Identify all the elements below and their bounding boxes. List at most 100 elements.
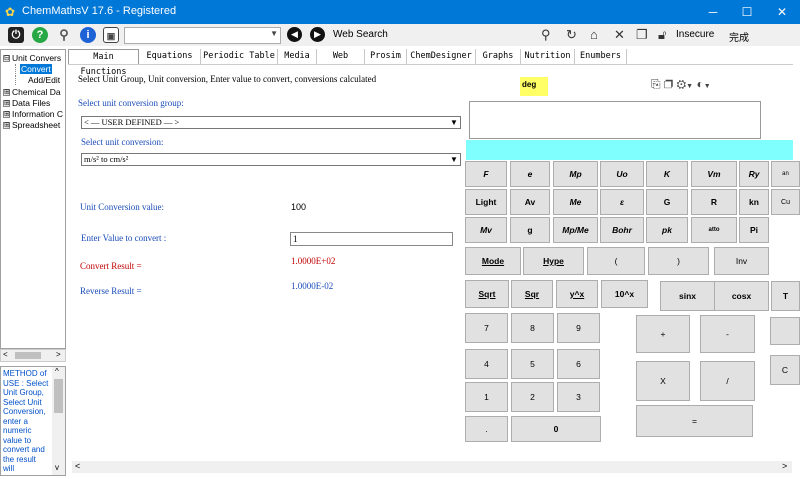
const-kn-button[interactable]: kn — [739, 189, 769, 215]
expand-icon[interactable]: ⊞ — [3, 122, 10, 130]
const-e-button[interactable]: e — [510, 161, 550, 187]
const-pk-button[interactable]: pk — [646, 217, 688, 243]
close-button[interactable]: ✕ — [766, 0, 798, 24]
digit-0-button[interactable]: 0 — [511, 416, 601, 442]
tree-item-spreadsheet[interactable]: ⊞ Spreadsheet — [3, 120, 60, 130]
const-g-button[interactable]: G — [646, 189, 688, 215]
chevron-down-icon[interactable]: ▼ — [704, 83, 711, 90]
expand-icon[interactable]: ⊞ — [3, 111, 10, 119]
tree-item-chemical-data[interactable]: ⊞ Chemical Da — [3, 87, 61, 97]
const-f-button[interactable]: F — [465, 161, 507, 187]
right-paren-button[interactable]: ) — [648, 247, 709, 275]
tab-enumbers[interactable]: Enumbers — [575, 49, 627, 64]
cosx-button[interactable]: cosx — [714, 281, 769, 311]
const-epsilon-button[interactable]: ε — [600, 189, 644, 215]
address-combo[interactable]: ▼ — [124, 27, 281, 44]
unit-group-select[interactable]: < — USER DEFINED — > ▼ — [81, 116, 461, 129]
const-mp-button[interactable]: Mp — [553, 161, 598, 187]
const-k-button[interactable]: K — [646, 161, 688, 187]
scroll-right-icon[interactable]: > — [56, 350, 61, 359]
tree-item-add-edit[interactable]: Add/Edit — [15, 75, 60, 85]
left-paren-button[interactable]: ( — [587, 247, 645, 275]
tab-main-functions[interactable]: Main Functions — [68, 49, 139, 77]
const-mv-button[interactable]: Mv — [465, 217, 507, 243]
minimize-button[interactable]: ─ — [697, 0, 729, 24]
inv-button[interactable]: Inv — [714, 247, 769, 275]
info-icon[interactable]: i — [80, 27, 96, 43]
gear-icon[interactable]: ⚙ — [676, 77, 686, 91]
digit-2-button[interactable]: 2 — [511, 382, 554, 412]
const-an-button[interactable]: an — [771, 161, 800, 187]
divide-button[interactable]: / — [700, 361, 755, 401]
stop-icon[interactable]: ✕ — [614, 27, 625, 43]
scroll-up-icon[interactable]: ^ — [55, 367, 59, 376]
tab-web[interactable]: Web — [317, 49, 365, 64]
web-search-label[interactable]: Web Search — [333, 29, 388, 40]
collapse-icon[interactable]: ⊟ — [3, 55, 10, 63]
digit-5-button[interactable]: 5 — [511, 349, 554, 379]
scroll-right-icon[interactable]: > — [782, 461, 787, 471]
const-light-button[interactable]: Light — [465, 189, 507, 215]
help-icon[interactable]: ? — [32, 27, 48, 43]
partial-right-button[interactable] — [770, 317, 800, 345]
forward-icon[interactable]: ▶ — [310, 27, 325, 42]
tan-button[interactable]: T — [771, 281, 800, 311]
scroll-thumb[interactable] — [54, 379, 63, 413]
globe-icon[interactable]: ◐ — [696, 77, 703, 91]
sqrt-button[interactable]: Sqrt — [465, 280, 509, 308]
digit-6-button[interactable]: 6 — [557, 349, 600, 379]
refresh-icon[interactable]: ↻ — [566, 27, 577, 43]
screen-icon[interactable]: ▣ — [103, 27, 119, 43]
const-g-small-button[interactable]: g — [510, 217, 550, 243]
minus-button[interactable]: - — [700, 315, 755, 353]
search-icon[interactable]: ⚲ — [56, 27, 72, 43]
tree-item-data-files[interactable]: ⊞ Data Files — [3, 98, 50, 108]
page-icon[interactable]: ❐ — [636, 27, 648, 43]
const-me-button[interactable]: Me — [553, 189, 598, 215]
tree-item-unit-conversion[interactable]: ⊟ Unit Convers — [3, 53, 61, 63]
tree-item-information[interactable]: ⊞ Information C — [3, 109, 63, 119]
digit-3-button[interactable]: 3 — [557, 382, 600, 412]
const-atto-button[interactable]: atto — [691, 217, 737, 243]
panel-horizontal-scrollbar[interactable]: < > — [72, 461, 792, 473]
const-cu-button[interactable]: Cu — [771, 189, 800, 215]
chevron-down-icon[interactable]: ▼ — [686, 83, 693, 90]
clear-button[interactable]: C — [770, 355, 800, 385]
const-ry-button[interactable]: Ry — [739, 161, 769, 187]
const-vm-button[interactable]: Vm — [691, 161, 737, 187]
power-icon[interactable]: ⏻ — [8, 27, 24, 43]
tab-graphs[interactable]: Graphs — [476, 49, 521, 64]
digit-7-button[interactable]: 7 — [465, 313, 508, 343]
maximize-button[interactable]: ☐ — [731, 0, 763, 24]
sinx-button[interactable]: sinx — [660, 281, 715, 311]
back-icon[interactable]: ◀ — [287, 27, 302, 42]
ten-power-x-button[interactable]: 10^x — [601, 280, 648, 308]
digit-9-button[interactable]: 9 — [557, 313, 600, 343]
scroll-left-icon[interactable]: < — [3, 350, 8, 359]
tab-prosim[interactable]: Prosim — [365, 49, 407, 64]
decimal-button[interactable]: . — [465, 416, 508, 442]
multiply-button[interactable]: X — [636, 361, 690, 401]
tab-chemdesigner[interactable]: ChemDesigner — [407, 49, 476, 64]
copy-icon[interactable]: ⎘ — [651, 77, 661, 91]
help-vertical-scrollbar[interactable]: ^ v — [52, 367, 65, 475]
tab-equations[interactable]: Equations — [139, 49, 201, 64]
digit-4-button[interactable]: 4 — [465, 349, 508, 379]
const-pi-button[interactable]: Pi — [739, 217, 769, 243]
unit-conversion-select[interactable]: m/s² to cm/s² ▼ — [81, 153, 461, 166]
tree-item-convert[interactable]: Convert — [15, 64, 52, 74]
sqr-button[interactable]: Sqr — [511, 280, 553, 308]
tab-nutrition[interactable]: Nutrition — [521, 49, 575, 64]
const-uo-button[interactable]: Uo — [600, 161, 644, 187]
const-av-button[interactable]: Av — [510, 189, 550, 215]
expand-icon[interactable]: ⊞ — [3, 89, 10, 97]
tab-media[interactable]: Media — [278, 49, 317, 64]
hype-button[interactable]: Hype — [523, 247, 584, 275]
equals-button[interactable]: = — [636, 405, 753, 437]
value-input[interactable]: 1 — [290, 232, 453, 246]
scroll-left-icon[interactable]: < — [75, 461, 80, 471]
paste-icon[interactable]: ❐ — [664, 77, 673, 91]
const-bohr-button[interactable]: Bohr — [600, 217, 644, 243]
y-power-x-button[interactable]: y^x — [556, 280, 598, 308]
home-icon[interactable]: ⌂ — [590, 27, 598, 42]
